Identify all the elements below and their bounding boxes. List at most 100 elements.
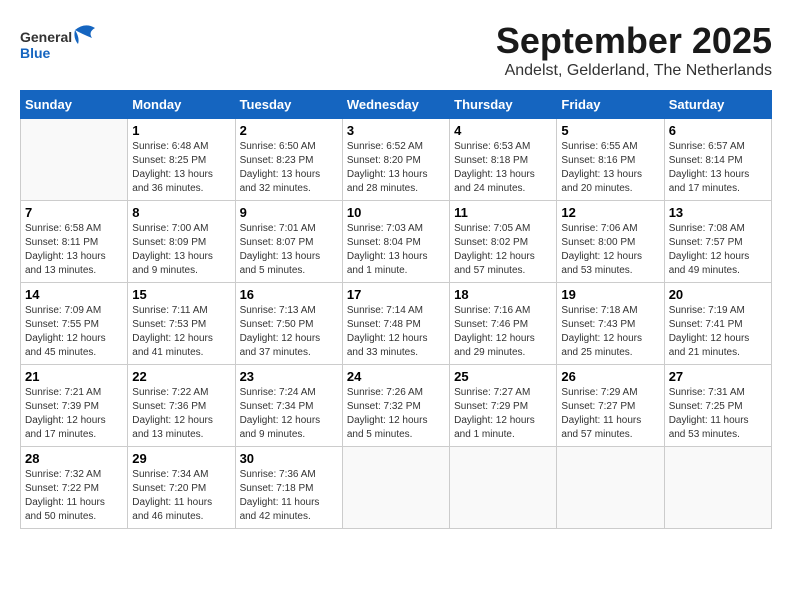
day-number: 19 xyxy=(561,287,659,302)
day-number: 20 xyxy=(669,287,767,302)
day-info: Sunrise: 7:31 AM Sunset: 7:25 PM Dayligh… xyxy=(669,386,767,442)
weekday-monday: Monday xyxy=(128,91,235,119)
day-number: 23 xyxy=(240,369,338,384)
day-info: Sunrise: 7:09 AM Sunset: 7:55 PM Dayligh… xyxy=(25,304,123,360)
calendar-cell: 1Sunrise: 6:48 AM Sunset: 8:25 PM Daylig… xyxy=(128,119,235,201)
calendar-cell: 9 Sunrise: 7:01 AM Sunset: 8:07 PM Daylig… xyxy=(235,201,342,283)
calendar-cell: 10 Sunrise: 7:03 AM Sunset: 8:04 PM Dayli… xyxy=(342,201,449,283)
calendar-week-2: 14 Sunrise: 7:09 AM Sunset: 7:55 PM Dayli… xyxy=(21,283,772,365)
weekday-header-row: SundayMondayTuesdayWednesdayThursdayFrid… xyxy=(21,91,772,119)
month-title: September 2025 xyxy=(496,20,772,62)
day-info: Sunrise: 7:32 AM Sunset: 7:22 PM Dayligh… xyxy=(25,468,123,524)
day-number: 14 xyxy=(25,287,123,302)
calendar-cell: 16 Sunrise: 7:13 AM Sunset: 7:50 PM Dayli… xyxy=(235,283,342,365)
calendar-cell: 14 Sunrise: 7:09 AM Sunset: 7:55 PM Dayli… xyxy=(21,283,128,365)
calendar-cell: 23 Sunrise: 7:24 AM Sunset: 7:34 PM Dayli… xyxy=(235,365,342,447)
calendar-cell: 25 Sunrise: 7:27 AM Sunset: 7:29 PM Dayli… xyxy=(450,365,557,447)
day-number: 26 xyxy=(561,369,659,384)
day-info: Sunrise: 7:19 AM Sunset: 7:41 PM Dayligh… xyxy=(669,304,767,360)
calendar-cell: 18 Sunrise: 7:16 AM Sunset: 7:46 PM Dayli… xyxy=(450,283,557,365)
day-info: Sunrise: 7:06 AM Sunset: 8:00 PM Dayligh… xyxy=(561,222,659,278)
day-number: 6 xyxy=(669,123,767,138)
day-number: 15 xyxy=(132,287,230,302)
day-number: 1 xyxy=(132,123,230,138)
weekday-sunday: Sunday xyxy=(21,91,128,119)
day-number: 28 xyxy=(25,451,123,466)
calendar-week-0: 1Sunrise: 6:48 AM Sunset: 8:25 PM Daylig… xyxy=(21,119,772,201)
calendar-cell: 4 Sunrise: 6:53 AM Sunset: 8:18 PM Daylig… xyxy=(450,119,557,201)
day-number: 8 xyxy=(132,205,230,220)
title-block: September 2025 Andelst, Gelderland, The … xyxy=(496,20,772,80)
day-info: Sunrise: 7:05 AM Sunset: 8:02 PM Dayligh… xyxy=(454,222,552,278)
day-info: Sunrise: 7:29 AM Sunset: 7:27 PM Dayligh… xyxy=(561,386,659,442)
calendar-cell: 6 Sunrise: 6:57 AM Sunset: 8:14 PM Daylig… xyxy=(664,119,771,201)
calendar-cell: 24 Sunrise: 7:26 AM Sunset: 7:32 PM Dayli… xyxy=(342,365,449,447)
calendar-week-3: 21 Sunrise: 7:21 AM Sunset: 7:39 PM Dayli… xyxy=(21,365,772,447)
calendar-cell xyxy=(557,447,664,529)
calendar-cell: 11 Sunrise: 7:05 AM Sunset: 8:02 PM Dayli… xyxy=(450,201,557,283)
weekday-wednesday: Wednesday xyxy=(342,91,449,119)
day-number: 17 xyxy=(347,287,445,302)
svg-text:Blue: Blue xyxy=(20,45,51,61)
calendar-cell: 22Sunrise: 7:22 AM Sunset: 7:36 PM Dayli… xyxy=(128,365,235,447)
day-number: 9 xyxy=(240,205,338,220)
weekday-tuesday: Tuesday xyxy=(235,91,342,119)
calendar-cell: 17 Sunrise: 7:14 AM Sunset: 7:48 PM Dayli… xyxy=(342,283,449,365)
svg-text:General: General xyxy=(20,29,72,45)
day-info: Sunrise: 7:13 AM Sunset: 7:50 PM Dayligh… xyxy=(240,304,338,360)
calendar-cell: 19 Sunrise: 7:18 AM Sunset: 7:43 PM Dayli… xyxy=(557,283,664,365)
calendar-cell: 15Sunrise: 7:11 AM Sunset: 7:53 PM Dayli… xyxy=(128,283,235,365)
day-info: Sunrise: 7:03 AM Sunset: 8:04 PM Dayligh… xyxy=(347,222,445,278)
calendar-cell: 3Sunrise: 6:52 AM Sunset: 8:20 PM Daylig… xyxy=(342,119,449,201)
day-info: Sunrise: 7:22 AM Sunset: 7:36 PM Dayligh… xyxy=(132,386,230,442)
day-number: 4 xyxy=(454,123,552,138)
day-info: Sunrise: 7:08 AM Sunset: 7:57 PM Dayligh… xyxy=(669,222,767,278)
day-info: Sunrise: 7:16 AM Sunset: 7:46 PM Dayligh… xyxy=(454,304,552,360)
day-number: 10 xyxy=(347,205,445,220)
day-info: Sunrise: 7:01 AM Sunset: 8:07 PM Dayligh… xyxy=(240,222,338,278)
day-info: Sunrise: 7:14 AM Sunset: 7:48 PM Dayligh… xyxy=(347,304,445,360)
calendar-cell xyxy=(664,447,771,529)
day-info: Sunrise: 6:58 AM Sunset: 8:11 PM Dayligh… xyxy=(25,222,123,278)
calendar-cell: 13 Sunrise: 7:08 AM Sunset: 7:57 PM Dayli… xyxy=(664,201,771,283)
day-info: Sunrise: 7:36 AM Sunset: 7:18 PM Dayligh… xyxy=(240,468,338,524)
day-info: Sunrise: 6:52 AM Sunset: 8:20 PM Dayligh… xyxy=(347,140,445,196)
day-number: 16 xyxy=(240,287,338,302)
day-number: 18 xyxy=(454,287,552,302)
day-info: Sunrise: 7:18 AM Sunset: 7:43 PM Dayligh… xyxy=(561,304,659,360)
calendar-cell: 20 Sunrise: 7:19 AM Sunset: 7:41 PM Dayli… xyxy=(664,283,771,365)
day-number: 24 xyxy=(347,369,445,384)
calendar-cell xyxy=(342,447,449,529)
location: Andelst, Gelderland, The Netherlands xyxy=(496,62,772,80)
day-number: 25 xyxy=(454,369,552,384)
day-number: 2 xyxy=(240,123,338,138)
calendar-week-4: 28 Sunrise: 7:32 AM Sunset: 7:22 PM Dayli… xyxy=(21,447,772,529)
day-number: 13 xyxy=(669,205,767,220)
calendar-cell: 28 Sunrise: 7:32 AM Sunset: 7:22 PM Dayli… xyxy=(21,447,128,529)
day-info: Sunrise: 6:57 AM Sunset: 8:14 PM Dayligh… xyxy=(669,140,767,196)
day-number: 11 xyxy=(454,205,552,220)
weekday-friday: Friday xyxy=(557,91,664,119)
calendar-cell: 2Sunrise: 6:50 AM Sunset: 8:23 PM Daylig… xyxy=(235,119,342,201)
weekday-saturday: Saturday xyxy=(664,91,771,119)
day-info: Sunrise: 7:34 AM Sunset: 7:20 PM Dayligh… xyxy=(132,468,230,524)
logo: General Blue xyxy=(20,20,100,70)
day-info: Sunrise: 7:21 AM Sunset: 7:39 PM Dayligh… xyxy=(25,386,123,442)
calendar-cell xyxy=(21,119,128,201)
calendar-cell: 12 Sunrise: 7:06 AM Sunset: 8:00 PM Dayli… xyxy=(557,201,664,283)
day-info: Sunrise: 7:26 AM Sunset: 7:32 PM Dayligh… xyxy=(347,386,445,442)
calendar-cell xyxy=(450,447,557,529)
day-number: 12 xyxy=(561,205,659,220)
day-number: 30 xyxy=(240,451,338,466)
day-info: Sunrise: 6:53 AM Sunset: 8:18 PM Dayligh… xyxy=(454,140,552,196)
day-info: Sunrise: 7:00 AM Sunset: 8:09 PM Dayligh… xyxy=(132,222,230,278)
calendar-cell: 29Sunrise: 7:34 AM Sunset: 7:20 PM Dayli… xyxy=(128,447,235,529)
day-number: 7 xyxy=(25,205,123,220)
calendar-cell: 8 Sunrise: 7:00 AM Sunset: 8:09 PM Daylig… xyxy=(128,201,235,283)
day-info: Sunrise: 7:24 AM Sunset: 7:34 PM Dayligh… xyxy=(240,386,338,442)
calendar-cell: 26 Sunrise: 7:29 AM Sunset: 7:27 PM Dayli… xyxy=(557,365,664,447)
calendar: SundayMondayTuesdayWednesdayThursdayFrid… xyxy=(20,90,772,529)
calendar-week-1: 7 Sunrise: 6:58 AM Sunset: 8:11 PM Daylig… xyxy=(21,201,772,283)
day-info: Sunrise: 7:27 AM Sunset: 7:29 PM Dayligh… xyxy=(454,386,552,442)
day-number: 21 xyxy=(25,369,123,384)
